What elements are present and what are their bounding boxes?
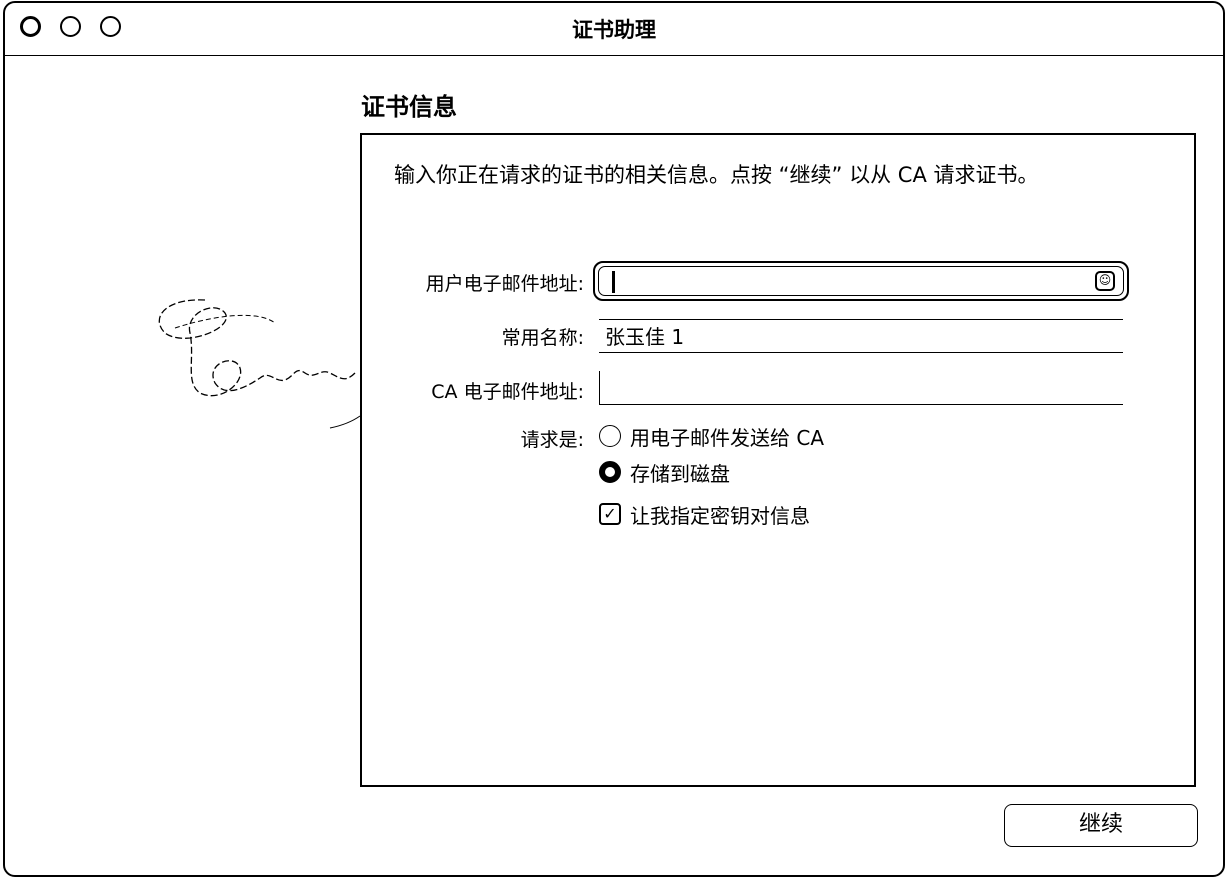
radio-email-to-ca-label: 用电子邮件发送给 CA xyxy=(630,425,825,450)
radio-email-to-ca[interactable]: 用电子邮件发送给 CA xyxy=(599,423,825,450)
radio-button[interactable] xyxy=(599,425,621,447)
ca-email-label: CA 电子邮件地址: xyxy=(431,381,584,403)
contact-card-icon[interactable]: ☺ xyxy=(1095,271,1115,291)
certificate-info-panel: 输入你正在请求的证书的相关信息。点按 “继续” 以从 CA 请求证书。 用户电子… xyxy=(360,133,1196,787)
request-label: 请求是: xyxy=(520,429,584,451)
common-name-label: 常用名称: xyxy=(501,327,584,349)
checkmark-icon[interactable]: ✓ xyxy=(599,503,621,525)
intro-text: 输入你正在请求的证书的相关信息。点按 “继续” 以从 CA 请求证书。 xyxy=(394,163,1039,187)
title-bar: 证书助理 xyxy=(5,3,1223,56)
specify-key-label: 让我指定密钥对信息 xyxy=(630,503,810,528)
specify-key-checkbox-row[interactable]: ✓ 让我指定密钥对信息 xyxy=(599,501,810,528)
radio-save-to-disk-label: 存储到磁盘 xyxy=(630,461,730,486)
continue-button[interactable]: 继续 xyxy=(1004,804,1198,847)
ca-email-field[interactable] xyxy=(599,371,1123,405)
signature-watermark xyxy=(158,299,361,429)
user-email-field[interactable]: ☺ xyxy=(593,261,1129,301)
window-title: 证书助理 xyxy=(572,18,656,42)
user-email-label: 用户电子邮件地址: xyxy=(425,273,584,295)
certificate-assistant-window: 证书助理 证书信息 输入你正在请求的证书的相关信息。点按 “继续” 以从 CA … xyxy=(3,1,1225,877)
section-title: 证书信息 xyxy=(361,93,457,121)
radio-button-selected[interactable] xyxy=(599,461,621,483)
common-name-field[interactable]: 张玉佳 1 xyxy=(599,319,1123,353)
text-cursor xyxy=(612,271,615,293)
radio-save-to-disk[interactable]: 存储到磁盘 xyxy=(599,459,730,486)
